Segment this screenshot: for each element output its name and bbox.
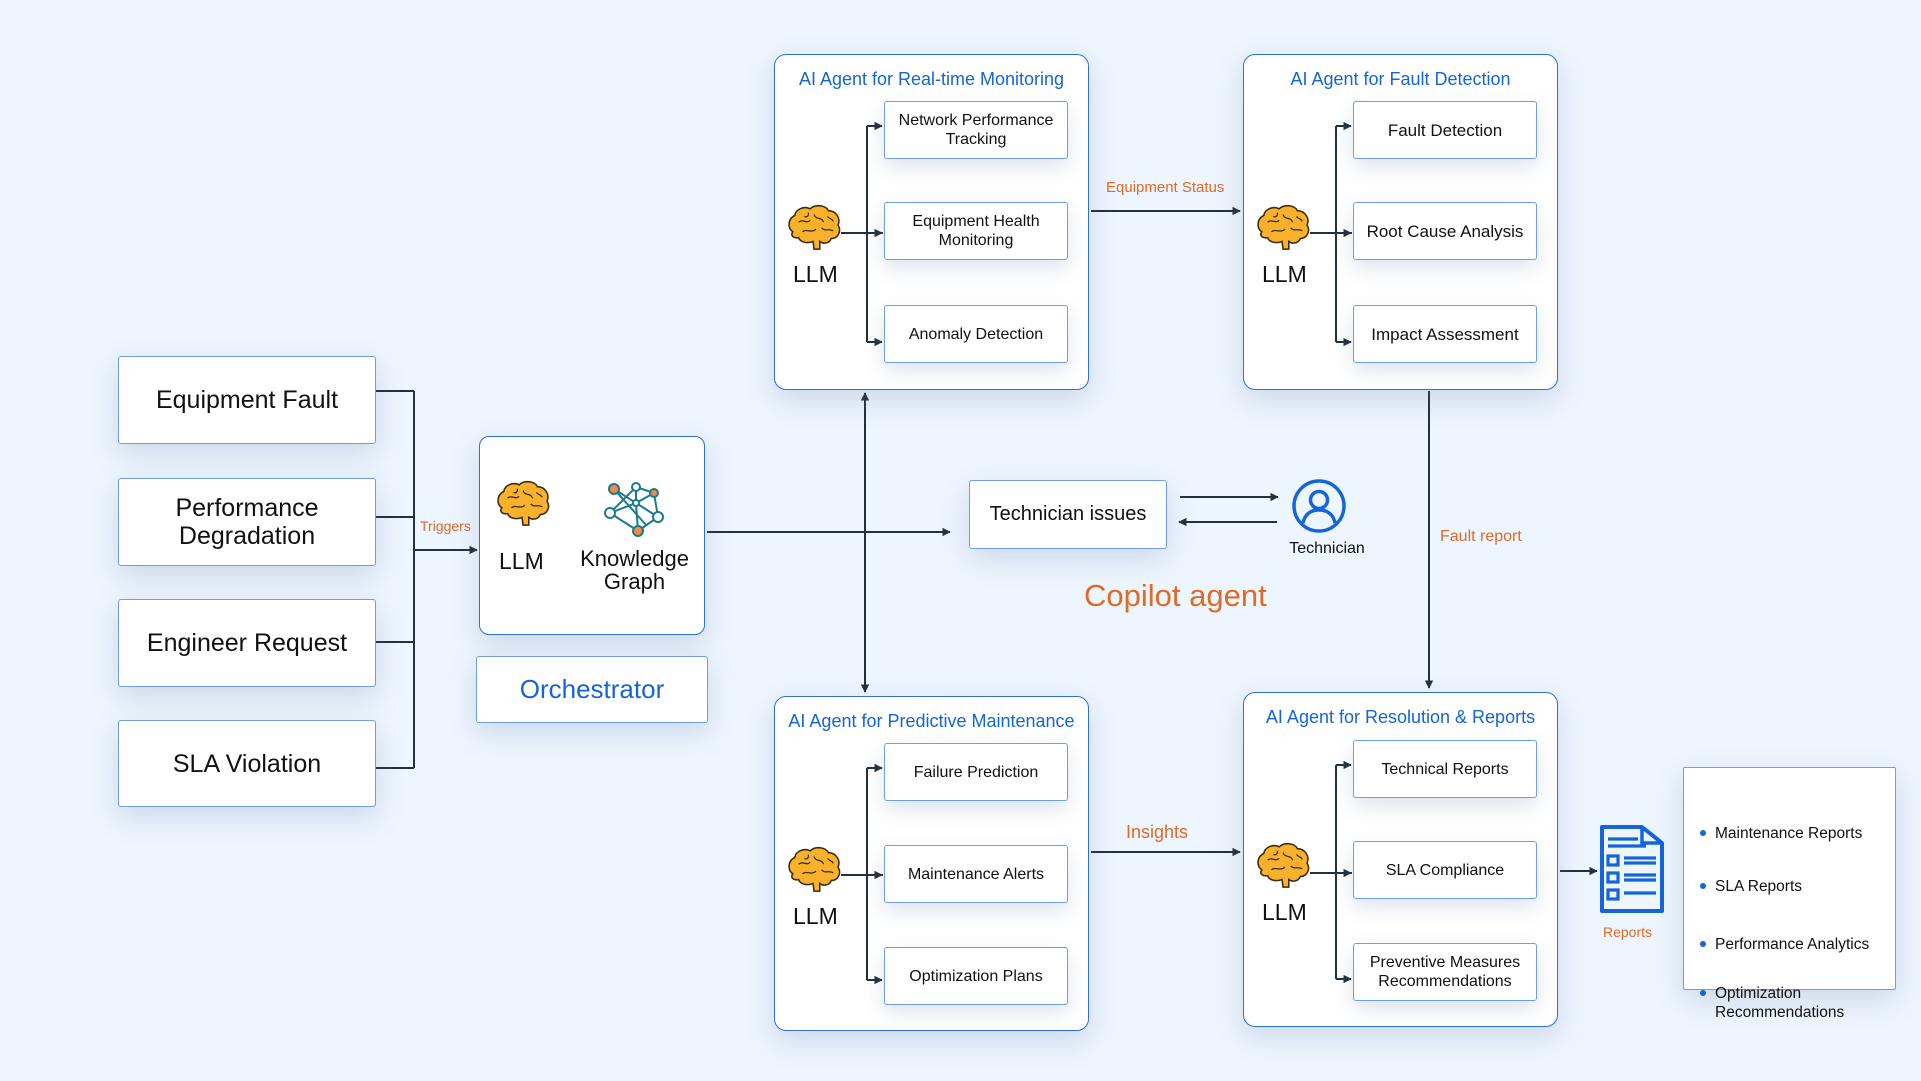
- task-label: Maintenance Alerts: [907, 865, 1045, 883]
- orchestrator-title-box: Orchestrator: [476, 656, 708, 723]
- task-label: Optimization Plans: [909, 967, 1043, 985]
- task-network-performance-tracking[interactable]: Network Performance Tracking: [884, 101, 1068, 159]
- report-outputs-box: Maintenance Reports SLA Reports Performa…: [1683, 767, 1896, 1021]
- report-output-item: Optimization Recommendations: [1698, 984, 1885, 1022]
- task-anomaly-detection[interactable]: Anomaly Detection: [884, 305, 1068, 363]
- task-label: Failure Prediction: [913, 763, 1039, 781]
- report-output-item: Maintenance Reports: [1698, 824, 1885, 843]
- orchestrator-llm-label: LLM: [499, 548, 544, 574]
- orchestrator-panel[interactable]: LLM Knowledge Graph: [479, 436, 705, 635]
- task-root-cause-analysis[interactable]: Root Cause Analysis: [1353, 202, 1537, 260]
- input-label: Equipment Fault: [155, 386, 339, 414]
- task-label: Anomaly Detection: [908, 325, 1044, 343]
- task-optimization-plans[interactable]: Optimization Plans: [884, 947, 1068, 1005]
- task-label: Fault Detection: [1387, 120, 1503, 140]
- input-label: SLA Violation: [172, 749, 322, 778]
- task-fault-detection[interactable]: Fault Detection: [1353, 101, 1537, 159]
- report-outputs-list: Maintenance Reports SLA Reports Performa…: [1698, 806, 1885, 1040]
- triggers-label: Triggers: [420, 518, 471, 534]
- task-label: Root Cause Analysis: [1366, 221, 1524, 241]
- reports-label: Reports: [1603, 924, 1653, 940]
- input-label: Performance Degradation: [175, 494, 319, 550]
- fault-report-label: Fault report: [1440, 528, 1522, 545]
- task-maintenance-alerts[interactable]: Maintenance Alerts: [884, 845, 1068, 903]
- task-impact-assessment[interactable]: Impact Assessment: [1353, 305, 1537, 363]
- agent-fault-detection-panel[interactable]: AI Agent for Fault Detection LLM Fault D…: [1243, 54, 1558, 390]
- report-document-icon[interactable]: [1598, 823, 1666, 915]
- input-label: Engineer Request: [146, 629, 348, 657]
- task-technical-reports[interactable]: Technical Reports: [1353, 740, 1537, 798]
- task-label: Impact Assessment: [1371, 324, 1519, 344]
- brain-icon: [497, 480, 550, 526]
- task-label: Network Performance Tracking: [898, 112, 1054, 148]
- equipment-status-label: Equipment Status: [1106, 179, 1225, 196]
- task-label: Equipment Health Monitoring: [912, 213, 1040, 249]
- copilot-agent-title: Copilot agent: [1084, 578, 1267, 613]
- agent-predictive-maintenance-panel[interactable]: AI Agent for Predictive Maintenance LLM …: [774, 696, 1089, 1031]
- user-circle-icon[interactable]: [1291, 478, 1347, 534]
- report-output-item: SLA Reports: [1698, 877, 1885, 896]
- technician-issues-box[interactable]: Technician issues: [969, 480, 1167, 549]
- task-equipment-health-monitoring[interactable]: Equipment Health Monitoring: [884, 202, 1068, 260]
- input-engineer-request[interactable]: Engineer Request: [118, 599, 376, 687]
- insights-label: Insights: [1126, 822, 1189, 842]
- task-failure-prediction[interactable]: Failure Prediction: [884, 743, 1068, 801]
- knowledge-graph-icon: [604, 482, 664, 537]
- report-output-item: Performance Analytics: [1698, 935, 1885, 954]
- task-label: Technical Reports: [1381, 760, 1509, 778]
- task-label: SLA Compliance: [1385, 861, 1505, 879]
- technician-issues-label: Technician issues: [989, 503, 1147, 525]
- input-equipment-fault[interactable]: Equipment Fault: [118, 356, 376, 444]
- input-performance-degradation[interactable]: Performance Degradation: [118, 478, 376, 566]
- task-label: Preventive Measures Recommendations: [1369, 954, 1521, 990]
- orchestrator-title: Orchestrator: [519, 674, 665, 704]
- technician-label: Technician: [1289, 540, 1365, 557]
- agent-monitoring-panel[interactable]: AI Agent for Real-time Monitoring LLM Ne…: [774, 54, 1089, 390]
- knowledge-graph-label: Knowledge Graph: [580, 546, 689, 594]
- task-preventive-measures-recommendations[interactable]: Preventive Measures Recommendations: [1353, 943, 1537, 1001]
- input-sla-violation[interactable]: SLA Violation: [118, 720, 376, 807]
- task-sla-compliance[interactable]: SLA Compliance: [1353, 841, 1537, 899]
- agent-resolution-reports-panel[interactable]: AI Agent for Resolution & Reports LLM Te…: [1243, 692, 1558, 1027]
